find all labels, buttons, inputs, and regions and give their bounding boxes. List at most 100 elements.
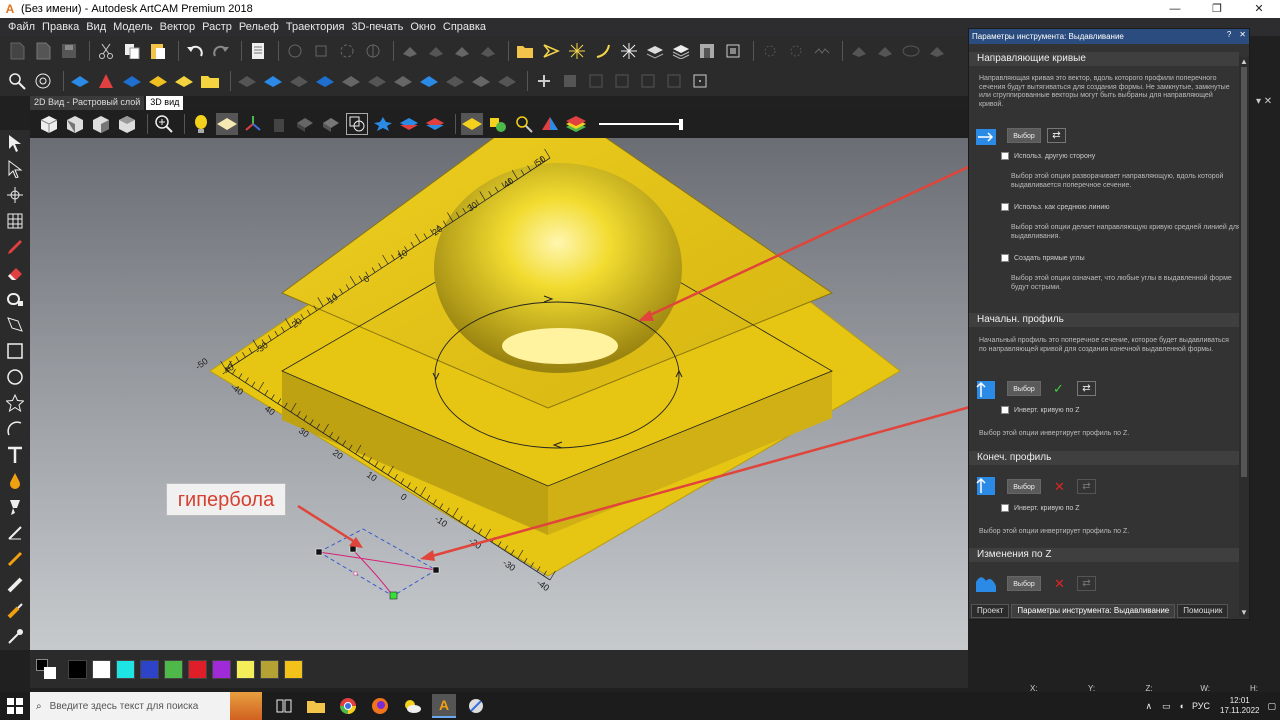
tray-network-icon[interactable]: ▭ [1162,701,1171,712]
yellow-plane-icon[interactable] [461,113,483,135]
blue-relief-5-icon[interactable] [418,70,440,92]
brush-icon[interactable] [0,494,30,520]
relief-gray-8-icon[interactable] [496,70,518,92]
redo-icon[interactable] [210,40,232,62]
cut-icon[interactable] [95,40,117,62]
shapes-icon[interactable] [487,113,509,135]
end-select-button[interactable]: Выбор [1007,479,1041,494]
color-swatch-olive[interactable] [260,659,279,679]
grid-icon[interactable] [0,208,30,234]
panel-close-button[interactable]: ✕ [1239,30,1246,39]
star-folder-icon[interactable] [199,70,221,92]
explorer-icon[interactable] [304,694,328,718]
zoom-relief-icon[interactable] [513,113,535,135]
text-icon[interactable] [0,442,30,468]
red-cone-icon[interactable] [95,70,117,92]
measure-tool-icon[interactable] [362,40,384,62]
windows-start-icon[interactable] [0,692,30,720]
zoom-icon[interactable] [6,70,28,92]
side-view-icon[interactable] [90,113,112,135]
front-view-icon[interactable] [64,113,86,135]
erase-relief-icon[interactable] [0,572,30,598]
save-icon[interactable] [58,40,80,62]
section-start-profile[interactable]: Начальн. профиль [969,313,1239,327]
menu-relief[interactable]: Рельеф [239,21,279,33]
checkbox-start-invert[interactable]: Инверт. кривую по Z [1001,406,1080,414]
relief-tool-7-icon[interactable] [926,40,948,62]
relief-tool-2-icon[interactable] [425,40,447,62]
grid-dots-2-icon[interactable] [785,40,807,62]
blue-star-icon[interactable] [372,113,394,135]
relief-tool-5-icon[interactable] [848,40,870,62]
paint-icon[interactable] [0,598,30,624]
relief-tool-1-icon[interactable] [399,40,421,62]
star-burst-icon[interactable] [618,40,640,62]
crop-tool-icon[interactable] [722,40,744,62]
block-2-icon[interactable] [320,113,342,135]
app-taskbar-icon[interactable] [464,694,488,718]
menu-help[interactable]: Справка [443,21,486,33]
color-swatch-green[interactable] [164,659,183,679]
material-icon[interactable] [268,113,290,135]
relief-tool-3-icon[interactable] [451,40,473,62]
zchange-swap-icon[interactable]: ⇄ [1077,576,1096,591]
pin-controls[interactable]: ▾ ✕ [1256,96,1272,107]
star-icon[interactable] [0,390,30,416]
tab-tool-parameters[interactable]: Параметры инструмента: Выдавливание [1011,604,1176,618]
task-view-icon[interactable] [272,694,296,718]
paste-icon[interactable] [147,40,169,62]
polyline-icon[interactable] [0,312,30,338]
tray-clock[interactable]: 12:01 17.11.2022 [1220,696,1259,716]
spiral-tool-icon[interactable] [592,40,614,62]
layers-tool-icon[interactable] [644,40,666,62]
color-swatch-light-yellow[interactable] [236,659,255,679]
zoom-3d-icon[interactable] [153,113,175,135]
copy-icon[interactable] [121,40,143,62]
pipette-icon[interactable] [0,624,30,650]
yellow-texture-icon[interactable] [147,70,169,92]
zchange-select-button[interactable]: Выбор [1007,576,1041,591]
checkbox-sharp-corners[interactable]: Создать прямые углы [1001,254,1085,262]
ellipse-tool-icon[interactable] [900,40,922,62]
document-icon[interactable] [247,40,269,62]
blue-relief-2-icon[interactable] [121,70,143,92]
section-guide-curves[interactable]: Направляющие кривые [969,52,1239,66]
artcam-taskbar-icon[interactable]: A [432,694,456,718]
start-select-button[interactable]: Выбор [1007,381,1041,396]
end-swap-icon[interactable]: ⇄ [1077,479,1096,494]
menu-model[interactable]: Модель [113,21,152,33]
color-swatch-red[interactable] [188,659,207,679]
relief-gray-4-icon[interactable] [366,70,388,92]
panel-help-button[interactable]: ? [1227,30,1231,39]
relief-tool-4-icon[interactable] [477,40,499,62]
checkbox-centerline[interactable]: Использ. как среднюю линию [1001,203,1110,211]
color-pyramid-icon[interactable] [539,113,561,135]
select-arrow-icon[interactable] [0,130,30,156]
axes-icon[interactable] [242,113,264,135]
relief-gray-1-icon[interactable] [236,70,258,92]
color-layers-icon[interactable] [565,113,587,135]
color-swatch-black[interactable] [68,659,87,679]
rectangle-icon[interactable] [0,338,30,364]
eraser-icon[interactable] [0,260,30,286]
rotate-tool-icon[interactable] [336,40,358,62]
minimize-button[interactable]: — [1154,0,1196,18]
undo-icon[interactable] [184,40,206,62]
chrome-icon[interactable] [336,694,360,718]
start-swap-icon[interactable]: ⇄ [1077,381,1096,396]
relief-shade-icon[interactable] [216,113,238,135]
weather-icon[interactable] [400,694,424,718]
grid-relief-1-icon[interactable] [585,70,607,92]
block-1-icon[interactable] [294,113,316,135]
menu-view[interactable]: Вид [86,21,106,33]
menu-vector[interactable]: Вектор [160,21,196,33]
tray-chevron-icon[interactable]: ∧ [1145,701,1152,712]
node-select-icon[interactable] [0,156,30,182]
tab-3d-view[interactable]: 3D вид [146,96,184,110]
blue-relief-4-icon[interactable] [314,70,336,92]
frame-tool-icon[interactable] [696,40,718,62]
color-swatch-cyan[interactable] [116,659,135,679]
tray-volume-icon[interactable]: ◖ [1179,701,1184,711]
wave-tool-icon[interactable] [811,40,833,62]
close-window-button[interactable]: ✕ [1238,0,1280,18]
